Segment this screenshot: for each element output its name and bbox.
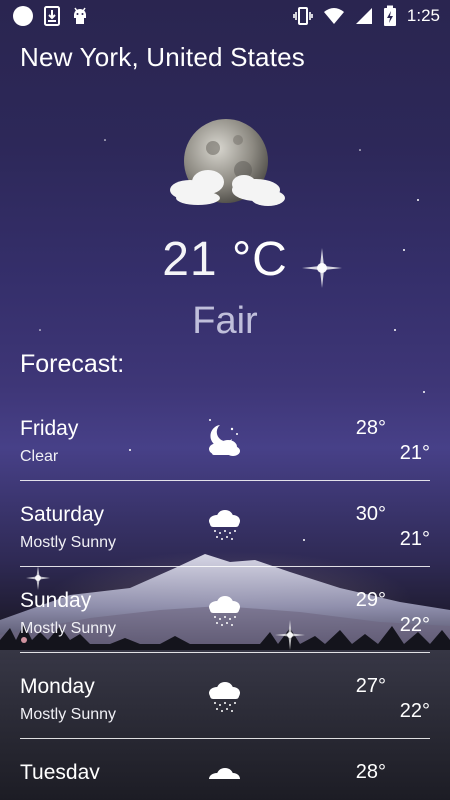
forecast-list[interactable]: Friday Clear 28° 21° Saturday Mostly Sun… — [20, 395, 430, 779]
location-title[interactable]: New York, United States — [20, 42, 305, 73]
forecast-low: 22° — [399, 700, 430, 722]
forecast-desc: Mostly Sunny — [20, 706, 117, 723]
snow-cloud-icon — [209, 768, 240, 779]
temperature-value: 21 — [162, 233, 218, 286]
status-bar: 1:25 — [0, 0, 450, 32]
snow-cloud-icon — [209, 596, 240, 626]
forecast-low: 21° — [399, 528, 430, 550]
signal-icon — [355, 8, 372, 24]
forecast-row-tuesday[interactable]: Tuesday 28° — [20, 739, 430, 779]
forecast-high: 28° — [355, 761, 386, 779]
current-condition: Fair — [192, 300, 258, 342]
download-icon — [44, 6, 60, 26]
forecast-row-saturday[interactable]: Saturday Mostly Sunny 30° 21° — [20, 481, 430, 567]
moon-cloud-icon — [209, 425, 240, 456]
forecast-day: Monday — [20, 675, 95, 698]
forecast-row-friday[interactable]: Friday Clear 28° 21° — [20, 395, 430, 481]
forecast-desc: Clear — [20, 448, 59, 465]
forecast-desc: Mostly Sunny — [20, 620, 117, 637]
snow-cloud-icon — [209, 510, 240, 540]
forecast-low: 21° — [399, 442, 430, 464]
forecast-day: Tuesday — [20, 761, 100, 779]
wifi-icon — [323, 8, 344, 24]
forecast-high: 28° — [355, 417, 386, 439]
forecast-low: 22° — [399, 614, 430, 636]
forecast-high: 27° — [355, 675, 386, 697]
forecast-heading: Forecast: — [20, 350, 125, 378]
circle-icon — [13, 6, 33, 26]
android-icon — [74, 7, 86, 24]
forecast-high: 29° — [355, 589, 386, 611]
battery-charging-icon — [383, 5, 396, 26]
temperature-unit: °C — [231, 233, 288, 286]
forecast-day: Friday — [20, 417, 79, 440]
snow-cloud-icon — [209, 682, 240, 712]
forecast-day: Saturday — [20, 503, 105, 526]
forecast-row-monday[interactable]: Monday Mostly Sunny 27° 22° — [20, 653, 430, 739]
forecast-day: Sunday — [20, 589, 92, 612]
vibrate-icon — [293, 7, 313, 25]
forecast-row-sunday[interactable]: Sunday Mostly Sunny 29° 22° — [20, 567, 430, 653]
moon-cloud-icon — [170, 119, 285, 206]
clock: 1:25 — [406, 6, 440, 25]
forecast-desc: Mostly Sunny — [20, 534, 117, 551]
current-temperature: 21 °C — [0, 232, 450, 287]
forecast-high: 30° — [355, 503, 386, 525]
